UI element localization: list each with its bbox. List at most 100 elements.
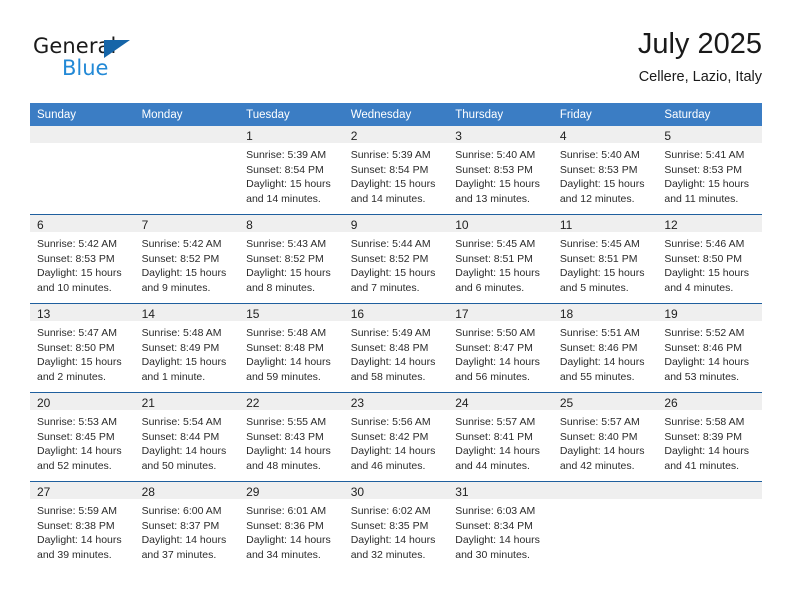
day-info-line: and 12 minutes. bbox=[559, 192, 635, 205]
day-sun-info: Sunrise: 5:39 AM Sunset: 8:54 PM Daylight:… bbox=[344, 143, 449, 206]
calendar-day-cell[interactable]: 11 Sunrise: 5:45 AM Sunset: 8:51 PM Dayligh… bbox=[552, 214, 658, 304]
weekday-header-monday: Monday bbox=[134, 103, 240, 126]
day-info-line: and 48 minutes. bbox=[246, 459, 321, 472]
calendar-day-cell-empty bbox=[657, 481, 762, 570]
day-info-line: and 30 minutes. bbox=[455, 548, 530, 561]
calendar-day-cell[interactable]: 16 Sunrise: 5:49 AM Sunset: 8:48 PM Dayligh… bbox=[343, 303, 449, 393]
day-number: 2 bbox=[343, 126, 449, 143]
day-info-line: Daylight: 15 hours bbox=[37, 356, 122, 369]
calendar-day-cell[interactable]: 2 Sunrise: 5:39 AM Sunset: 8:54 PM Daylight… bbox=[343, 126, 449, 215]
day-info-line: Daylight: 14 hours bbox=[141, 445, 227, 458]
day-info-line: Sunrise: 6:01 AM bbox=[246, 505, 327, 517]
day-info-line: Daylight: 14 hours bbox=[141, 534, 227, 547]
calendar-day-cell[interactable]: 31 Sunrise: 6:03 AM Sunset: 8:34 PM Dayligh… bbox=[448, 481, 553, 570]
day-info-line: Daylight: 15 hours bbox=[141, 356, 227, 369]
day-sun-info: Sunrise: 5:43 AM Sunset: 8:52 PM Daylight:… bbox=[239, 232, 344, 295]
calendar-day-cell[interactable]: 6 Sunrise: 5:42 AM Sunset: 8:53 PM Daylight… bbox=[30, 214, 135, 304]
calendar-day-cell[interactable]: 28 Sunrise: 6:00 AM Sunset: 8:37 PM Dayligh… bbox=[134, 481, 240, 570]
day-info-line: Daylight: 15 hours bbox=[350, 267, 436, 280]
calendar-day-cell[interactable]: 3 Sunrise: 5:40 AM Sunset: 8:53 PM Daylight… bbox=[448, 126, 553, 215]
calendar-day-cell[interactable]: 27 Sunrise: 5:59 AM Sunset: 8:38 PM Dayligh… bbox=[30, 481, 135, 570]
day-info-line: and 14 minutes. bbox=[246, 192, 321, 205]
day-info-line: Sunset: 8:38 PM bbox=[37, 519, 115, 532]
calendar-day-cell[interactable]: 18 Sunrise: 5:51 AM Sunset: 8:46 PM Dayligh… bbox=[552, 303, 658, 393]
day-info-line: Sunrise: 5:46 AM bbox=[664, 238, 745, 250]
calendar-day-cell[interactable]: 30 Sunrise: 6:02 AM Sunset: 8:35 PM Dayligh… bbox=[343, 481, 449, 570]
calendar-week-row: 1 Sunrise: 5:39 AM Sunset: 8:54 PM Daylight… bbox=[30, 126, 762, 215]
calendar-day-cell[interactable]: 5 Sunrise: 5:41 AM Sunset: 8:53 PM Daylight… bbox=[657, 126, 762, 215]
day-info-line: Daylight: 14 hours bbox=[455, 445, 540, 458]
calendar-day-cell[interactable]: 14 Sunrise: 5:48 AM Sunset: 8:49 PM Dayligh… bbox=[134, 303, 240, 393]
day-number: 28 bbox=[134, 482, 240, 499]
day-info-line: Sunset: 8:48 PM bbox=[350, 341, 429, 354]
day-info-line: Sunset: 8:41 PM bbox=[455, 430, 533, 443]
calendar-day-cell[interactable]: 21 Sunrise: 5:54 AM Sunset: 8:44 PM Dayligh… bbox=[134, 392, 240, 482]
day-sun-info: Sunrise: 5:59 AM Sunset: 8:38 PM Daylight:… bbox=[30, 499, 135, 562]
day-info-line: Sunrise: 5:59 AM bbox=[37, 505, 117, 517]
weekday-header-tuesday: Tuesday bbox=[239, 103, 344, 126]
calendar-day-cell[interactable]: 7 Sunrise: 5:42 AM Sunset: 8:52 PM Daylight… bbox=[134, 214, 240, 304]
day-info-line: Sunset: 8:50 PM bbox=[664, 252, 743, 265]
calendar-day-cell[interactable]: 1 Sunrise: 5:39 AM Sunset: 8:54 PM Daylight… bbox=[239, 126, 344, 215]
day-sun-info: Sunrise: 5:48 AM Sunset: 8:49 PM Daylight:… bbox=[135, 321, 240, 384]
calendar-day-cell[interactable]: 15 Sunrise: 5:48 AM Sunset: 8:48 PM Dayligh… bbox=[239, 303, 344, 393]
calendar-week-row: 13 Sunrise: 5:47 AM Sunset: 8:50 PM Dayligh… bbox=[30, 303, 762, 393]
calendar-day-cell[interactable]: 24 Sunrise: 5:57 AM Sunset: 8:41 PM Dayligh… bbox=[448, 392, 553, 482]
general-blue-logo[interactable]: General Blue bbox=[33, 36, 203, 94]
day-number: 4 bbox=[552, 126, 658, 143]
calendar-day-cell[interactable]: 20 Sunrise: 5:53 AM Sunset: 8:45 PM Dayligh… bbox=[30, 392, 135, 482]
calendar-week-row: 6 Sunrise: 5:42 AM Sunset: 8:53 PM Daylight… bbox=[30, 214, 762, 304]
day-info-line: Sunrise: 5:55 AM bbox=[246, 416, 327, 428]
calendar-day-cell[interactable]: 26 Sunrise: 5:58 AM Sunset: 8:39 PM Dayligh… bbox=[657, 392, 762, 482]
calendar-day-cell[interactable]: 23 Sunrise: 5:56 AM Sunset: 8:42 PM Dayligh… bbox=[343, 392, 449, 482]
day-number: 14 bbox=[134, 304, 240, 321]
calendar-day-cell[interactable]: 22 Sunrise: 5:55 AM Sunset: 8:43 PM Dayligh… bbox=[239, 392, 344, 482]
calendar-day-cell[interactable]: 25 Sunrise: 5:57 AM Sunset: 8:40 PM Dayligh… bbox=[552, 392, 658, 482]
calendar-day-cell[interactable]: 19 Sunrise: 5:52 AM Sunset: 8:46 PM Dayligh… bbox=[657, 303, 762, 393]
day-info-line: Daylight: 14 hours bbox=[37, 445, 122, 458]
day-number: 16 bbox=[343, 304, 449, 321]
calendar-day-cell[interactable]: 17 Sunrise: 5:50 AM Sunset: 8:47 PM Dayligh… bbox=[448, 303, 553, 393]
day-info-line: and 13 minutes. bbox=[455, 192, 530, 205]
day-sun-info: Sunrise: 5:45 AM Sunset: 8:51 PM Daylight:… bbox=[553, 232, 658, 295]
day-info-line: Sunrise: 5:56 AM bbox=[350, 416, 431, 428]
day-info-line: and 53 minutes. bbox=[664, 370, 740, 383]
day-info-line: Daylight: 14 hours bbox=[246, 534, 331, 547]
day-info-line: Daylight: 14 hours bbox=[350, 356, 436, 369]
day-info-line: Sunrise: 6:02 AM bbox=[350, 505, 431, 517]
day-info-line: Daylight: 15 hours bbox=[664, 178, 750, 191]
day-info-line: and 14 minutes. bbox=[350, 192, 426, 205]
day-sun-info: Sunrise: 5:55 AM Sunset: 8:43 PM Daylight:… bbox=[239, 410, 344, 473]
weekday-header-saturday: Saturday bbox=[657, 103, 762, 126]
day-info-line: Sunset: 8:50 PM bbox=[37, 341, 115, 354]
calendar-day-cell[interactable]: 10 Sunrise: 5:45 AM Sunset: 8:51 PM Dayligh… bbox=[448, 214, 553, 304]
day-sun-info: Sunrise: 5:41 AM Sunset: 8:53 PM Daylight:… bbox=[657, 143, 762, 206]
day-info-line: Sunrise: 5:50 AM bbox=[455, 327, 536, 339]
calendar-day-cell[interactable]: 8 Sunrise: 5:43 AM Sunset: 8:52 PM Daylight… bbox=[239, 214, 344, 304]
day-info-line: Sunrise: 5:42 AM bbox=[37, 238, 117, 250]
day-number: 20 bbox=[30, 393, 135, 410]
day-info-line: and 32 minutes. bbox=[350, 548, 426, 561]
day-sun-info: Sunrise: 5:57 AM Sunset: 8:40 PM Daylight:… bbox=[553, 410, 658, 473]
day-info-line: and 39 minutes. bbox=[37, 548, 112, 561]
weekday-header-thursday: Thursday bbox=[448, 103, 553, 126]
day-info-line: and 2 minutes. bbox=[37, 370, 106, 383]
calendar-day-cell[interactable]: 13 Sunrise: 5:47 AM Sunset: 8:50 PM Dayligh… bbox=[30, 303, 135, 393]
day-info-line: Daylight: 15 hours bbox=[350, 178, 436, 191]
day-number: 29 bbox=[239, 482, 344, 499]
day-info-line: Daylight: 14 hours bbox=[455, 534, 540, 547]
calendar-day-cell[interactable]: 29 Sunrise: 6:01 AM Sunset: 8:36 PM Dayligh… bbox=[239, 481, 344, 570]
day-info-line: and 56 minutes. bbox=[455, 370, 530, 383]
day-sun-info: Sunrise: 5:46 AM Sunset: 8:50 PM Daylight:… bbox=[657, 232, 762, 295]
day-info-line: Daylight: 15 hours bbox=[559, 267, 645, 280]
calendar-day-cell[interactable]: 12 Sunrise: 5:46 AM Sunset: 8:50 PM Dayligh… bbox=[657, 214, 762, 304]
day-info-line: Sunrise: 5:49 AM bbox=[350, 327, 431, 339]
day-info-line: Sunset: 8:48 PM bbox=[246, 341, 324, 354]
calendar-day-cell[interactable]: 9 Sunrise: 5:44 AM Sunset: 8:52 PM Daylight… bbox=[343, 214, 449, 304]
day-sun-info: Sunrise: 5:50 AM Sunset: 8:47 PM Daylight:… bbox=[448, 321, 553, 384]
calendar-day-cell[interactable]: 4 Sunrise: 5:40 AM Sunset: 8:53 PM Daylight… bbox=[552, 126, 658, 215]
day-number: 18 bbox=[552, 304, 658, 321]
day-info-line: Daylight: 14 hours bbox=[559, 445, 645, 458]
day-info-line: and 1 minute. bbox=[141, 370, 206, 383]
day-sun-info: Sunrise: 5:49 AM Sunset: 8:48 PM Daylight:… bbox=[344, 321, 449, 384]
